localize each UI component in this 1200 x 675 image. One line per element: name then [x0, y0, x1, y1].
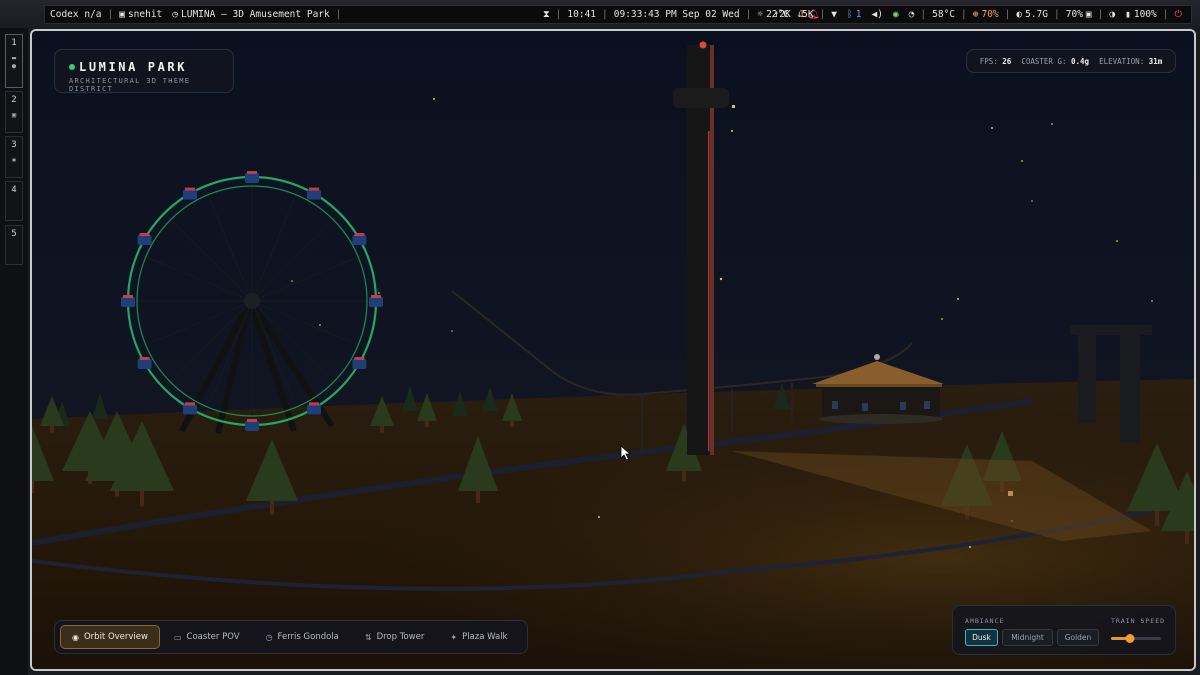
camera-plaza-walk-button[interactable]: ✦ Plaza Walk [438, 625, 519, 649]
gondola [183, 189, 197, 200]
timer-indicator[interactable]: ⧗ [538, 9, 555, 20]
gondola [121, 297, 135, 307]
gondola [137, 235, 152, 245]
eye-indicator[interactable]: ◉ [888, 9, 904, 20]
gondola [183, 404, 197, 415]
ambiance-golden-button[interactable]: Golden [1057, 629, 1099, 646]
gondola [307, 189, 321, 200]
half-moon-icon: ◑ [1109, 9, 1116, 20]
volume-indicator[interactable]: ◀) [866, 9, 887, 20]
train-speed-label: TRAIN SPEED [1111, 617, 1166, 625]
folder-icon: ▬ ● [11, 54, 17, 70]
time-short: 10:41 [567, 9, 597, 20]
walker-icon: ✦ [450, 632, 458, 642]
gondola [245, 173, 259, 183]
gauge-icon: ◔ [908, 9, 915, 20]
memory-indicator[interactable]: ◐ 5.7G [1011, 9, 1053, 20]
display-icon: ▣ [1085, 9, 1092, 20]
date-clock[interactable]: 09:33:43 PM Sep 02 Wed [609, 9, 745, 20]
clock-icon: ◷ [172, 9, 179, 20]
brand-panel: LUMINA PARK ARCHITECTURAL 3D THEME DISTR… [54, 49, 234, 93]
gondola [137, 359, 152, 369]
park-3d-viewport[interactable] [32, 31, 1196, 671]
eye-icon: ◉ [72, 632, 79, 642]
bluetooth-indicator[interactable]: ᛒ1 [842, 9, 866, 20]
clock-icon: ◷ [265, 632, 273, 642]
ambiance-midnight-button[interactable]: Midnight [1002, 629, 1053, 646]
gondola [352, 235, 367, 245]
status-bar: Codex n/a | ▣ snehit ◷ LUMINA — 3D Amuseme… [44, 5, 1192, 24]
hourglass-icon: ⧗ [543, 9, 550, 20]
camera-orbit-overview-button[interactable]: ◉ Orbit Overview [60, 625, 160, 649]
gondola [352, 359, 367, 369]
status-dot [69, 64, 75, 70]
memory-icon: ◐ [1016, 9, 1023, 20]
top-bar-frame: Codex n/a | ▣ snehit ◷ LUMINA — 3D Amuseme… [0, 0, 1200, 28]
brand-subtitle: ARCHITECTURAL 3D THEME DISTRICT [69, 77, 191, 93]
user-indicator[interactable]: ▣ snehit [114, 9, 167, 20]
theme-toggle[interactable]: ◑ [1104, 9, 1120, 20]
workspace-5[interactable]: 5 [5, 225, 23, 265]
stats-panel: FPS: 26 COASTER G: 0.4g ELEVATION: 31m [966, 49, 1176, 73]
workspace-sidebar: 1 ▬ ● 2 ▣ 3 ✱ 4 5 [0, 28, 28, 675]
battery-icon: ▮ [1125, 9, 1131, 20]
coaster-g-stat: COASTER G: 0.4g [1021, 56, 1090, 66]
bluetooth-icon: ᛒ [847, 9, 853, 20]
wifi-icon: ▼ [831, 9, 838, 20]
train-speed-slider[interactable] [1111, 634, 1161, 643]
ambiance-label: AMBIANCE [965, 617, 1005, 625]
train-icon: ▭ [173, 632, 182, 642]
workspace-1[interactable]: 1 ▬ ● [5, 34, 23, 88]
terminal-icon: ▣ [11, 111, 17, 119]
gondola [369, 297, 383, 307]
mouse-cursor-icon [620, 445, 632, 461]
workspace-2[interactable]: 2 ▣ [5, 91, 23, 133]
workspace-3[interactable]: 3 ✱ [5, 136, 23, 178]
system-tray: ↑2K ↓5K | ▼ ᛒ1 ◀) ◉ ◔ | 58°C | ⊛ 70% | ◐ 5… [769, 9, 1187, 20]
camera-ferris-gondola-button[interactable]: ◷ Ferris Gondola [254, 625, 351, 649]
ambiance-panel: AMBIANCE TRAIN SPEED Dusk Midnight Golde… [952, 605, 1176, 655]
ambiance-dusk-button[interactable]: Dusk [965, 629, 998, 646]
eye-icon: ◉ [892, 9, 899, 20]
wifi-indicator[interactable]: ▼ [826, 9, 842, 20]
power-button[interactable]: ⏻ [1169, 9, 1187, 20]
weather-icon: ☼ [757, 9, 764, 20]
workspace-4[interactable]: 4 [5, 181, 23, 221]
camera-coaster-pov-button[interactable]: ▭ Coaster POV [162, 625, 252, 649]
gondola [245, 421, 259, 431]
gondola [307, 404, 321, 415]
temperature-indicator[interactable]: 58°C [927, 9, 960, 20]
gauge-indicator[interactable]: ◔ [904, 9, 920, 20]
cpu-indicator[interactable]: ⊛ 70% [968, 9, 1004, 20]
train-speed-knob[interactable] [1125, 634, 1135, 643]
app-window: LUMINA PARK ARCHITECTURAL 3D THEME DISTR… [30, 29, 1196, 671]
fps-stat: FPS: 26 [979, 56, 1012, 66]
battery-indicator[interactable]: ▮ 100% [1120, 9, 1162, 20]
camera-drop-tower-button[interactable]: ⇅ Drop Tower [353, 625, 436, 649]
asterisk-icon: ✱ [11, 156, 17, 164]
brightness-indicator[interactable]: 70% ▣ [1061, 9, 1097, 20]
speaker-icon: ◀) [871, 9, 883, 20]
cpu-icon: ⊛ [972, 9, 979, 20]
elevation-stat: ELEVATION: 31m [1099, 56, 1163, 66]
camera-selector: ◉ Orbit Overview ▭ Coaster POV ◷ Ferris Gon… [54, 620, 528, 654]
terminal-icon: ▣ [119, 9, 125, 20]
network-speed[interactable]: ↑2K ↓5K [769, 9, 819, 20]
app-indicator[interactable]: Codex n/a [45, 9, 106, 20]
window-title: ◷ LUMINA — 3D Amusement Park [172, 9, 330, 20]
power-icon: ⏻ [1174, 9, 1182, 20]
brand-title: LUMINA PARK [79, 60, 188, 74]
arrows-icon: ⇅ [364, 632, 372, 642]
